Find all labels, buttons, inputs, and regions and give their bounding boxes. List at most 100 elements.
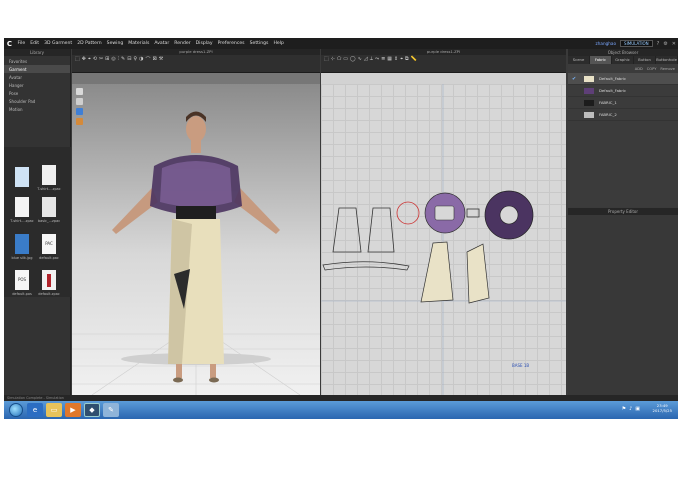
zip-icon[interactable]: ⫶	[118, 56, 119, 63]
fabric-thumbnail	[15, 234, 29, 254]
3d-scene[interactable]	[72, 84, 320, 396]
menu-render[interactable]: Render	[172, 41, 193, 46]
tape-icon[interactable]: ⊞	[105, 56, 109, 63]
library-file[interactable]	[10, 167, 34, 189]
network-icon[interactable]: ▣	[635, 406, 640, 412]
remove-fabric-button[interactable]: Remove	[660, 67, 675, 71]
clock[interactable]: 23:49 2017/5/25	[653, 403, 672, 413]
tree-item-motion[interactable]: Motion	[4, 105, 70, 113]
tree-item-avatar[interactable]: Avatar	[4, 73, 70, 81]
sew-icon[interactable]: ✂	[99, 56, 103, 63]
fabric-item[interactable]: ✔ Default_Fabric	[568, 73, 678, 85]
fabric-item[interactable]: FABRIC_2	[568, 109, 678, 121]
library-file[interactable]: POS default.pos	[10, 270, 34, 296]
3d-viewport[interactable]: purple dress1.ZPI ⬚ ✥ ⌖ ⟲ ✂ ⊞ ◎ ⫶ ✎ ⊟ ♀ ◑ ⌒ ⊠ ⚒	[72, 49, 320, 396]
menu-avatar[interactable]: Avatar	[152, 41, 172, 46]
fabric-actions: ADD COPY Remove	[568, 64, 678, 73]
close-icon[interactable]: ✕	[672, 41, 676, 47]
polygon-icon[interactable]: ⬠	[337, 56, 341, 62]
menu-file[interactable]: File	[15, 41, 28, 46]
pac-file-icon: PAC	[42, 234, 56, 254]
select-icon[interactable]: ⬚	[75, 56, 80, 63]
graphic-icon[interactable]: ✎	[121, 56, 125, 63]
menu-edit[interactable]: Edit	[28, 41, 42, 46]
library-file[interactable]: blue silk.jpg	[10, 234, 34, 260]
tab-graphic[interactable]: Graphic	[612, 56, 634, 64]
user-name[interactable]: zhanghao	[596, 41, 617, 46]
lock-icon[interactable]: ⊠	[152, 56, 156, 63]
tree-item-hanger[interactable]: Hanger	[4, 81, 70, 89]
flag-icon[interactable]: ⚑	[622, 406, 626, 412]
button-icon[interactable]: ◎	[111, 56, 115, 63]
start-button[interactable]	[9, 403, 23, 417]
camera-icon[interactable]	[76, 98, 83, 105]
library-file[interactable]: default.zpac	[37, 270, 61, 296]
texture-icon[interactable]: ▦	[387, 56, 392, 62]
fabric-swatch	[584, 87, 594, 94]
tab-scene[interactable]: Scene	[568, 56, 590, 64]
app-logo[interactable]: C	[4, 38, 15, 49]
media-player-icon[interactable]: ▶	[65, 403, 81, 417]
pin-2d-icon[interactable]: ⌖	[400, 56, 403, 62]
tree-item-shoulder-pad[interactable]: Shoulder Pad	[4, 97, 70, 105]
settings-icon[interactable]: ⚙	[663, 41, 667, 47]
library-file[interactable]: basic_...zpac	[37, 197, 61, 223]
menu-settings[interactable]: Settings	[247, 41, 271, 46]
menu-help[interactable]: Help	[271, 41, 286, 46]
volume-icon[interactable]: ♪	[629, 406, 632, 412]
fold-icon[interactable]: ⟲	[93, 56, 97, 63]
segment-sew-icon[interactable]: ⟂	[370, 56, 373, 62]
tool-icon[interactable]: ⚒	[159, 56, 163, 63]
2d-pattern-viewport[interactable]: purple dress1.ZPI ⬚ ⊹ ⬠ ▭ ◯ ∿ ◿ ⟂ ⤳ ≣ ▦ ⇕ ⌖ ⧉ 📏	[321, 49, 566, 395]
menu-2d-pattern[interactable]: 2D Pattern	[75, 41, 104, 46]
ie-icon[interactable]: e	[27, 403, 43, 417]
free-sew-icon[interactable]: ⤳	[375, 56, 379, 62]
menu-materials[interactable]: Materials	[126, 41, 152, 46]
garment-view-icon[interactable]	[76, 108, 83, 115]
dart-icon[interactable]: ◿	[364, 56, 368, 62]
library-file[interactable]: T-shirt....zpac	[10, 197, 34, 223]
tshirt-thumbnail	[15, 197, 29, 217]
grain-icon[interactable]: ⇕	[394, 56, 398, 62]
tree-item-pose[interactable]: Pose	[4, 89, 70, 97]
tab-buttonhole[interactable]: Buttonhole	[656, 56, 678, 64]
add-fabric-button[interactable]: ADD	[635, 67, 643, 71]
view-icon[interactable]: ◑	[139, 56, 143, 63]
fabric-item[interactable]: Default_Fabric	[568, 85, 678, 97]
ellipse-icon[interactable]: ◯	[350, 56, 356, 62]
tree-item-favorites[interactable]: Favorites	[4, 57, 70, 65]
avatar-view-icon[interactable]	[76, 88, 83, 95]
library-file[interactable]: T-shirt....zpac	[37, 165, 61, 191]
tab-button[interactable]: Button	[634, 56, 656, 64]
library-title: Library	[4, 49, 70, 56]
copy-icon[interactable]: ⧉	[405, 56, 409, 62]
library-file[interactable]: PAC default.pac	[37, 234, 61, 260]
clo-app-icon[interactable]: ◆	[84, 403, 100, 417]
copy-fabric-button[interactable]: COPY	[647, 67, 657, 71]
explorer-icon[interactable]: ▭	[46, 403, 62, 417]
tree-item-garment[interactable]: Garment	[4, 65, 70, 73]
help-icon[interactable]: ?	[657, 41, 660, 47]
pin-icon[interactable]: ⌖	[88, 56, 91, 63]
move-icon[interactable]: ✥	[82, 56, 86, 63]
hanger-icon[interactable]: ⌒	[145, 56, 150, 63]
menu-preferences[interactable]: Preferences	[215, 41, 247, 46]
simulation-mode-button[interactable]: SIMULATION	[620, 40, 653, 47]
transform-icon[interactable]: ⬚	[324, 56, 329, 62]
curve-icon[interactable]: ∿	[358, 56, 362, 62]
menu-display[interactable]: Display	[193, 41, 215, 46]
menu-3d-garment[interactable]: 3D Garment	[42, 41, 75, 46]
2d-toolbar: ⬚ ⊹ ⬠ ▭ ◯ ∿ ◿ ⟂ ⤳ ≣ ▦ ⇕ ⌖ ⧉ 📏	[321, 55, 566, 73]
texture-view-icon[interactable]	[76, 118, 83, 125]
measure-icon[interactable]: ⊟	[127, 56, 131, 63]
pleat-icon[interactable]: ≣	[381, 56, 385, 62]
fabric-item[interactable]: FABRIC_1	[568, 97, 678, 109]
pattern-grid[interactable]: BASE 1B	[321, 84, 566, 395]
menu-sewing[interactable]: Sewing	[104, 41, 126, 46]
rectangle-icon[interactable]: ▭	[343, 56, 348, 62]
edit-point-icon[interactable]: ⊹	[331, 56, 335, 62]
ruler-icon[interactable]: 📏	[411, 56, 417, 62]
avatar-icon[interactable]: ♀	[133, 56, 137, 63]
app-icon[interactable]: ✎	[103, 403, 119, 417]
tab-fabric[interactable]: Fabric	[590, 56, 612, 64]
